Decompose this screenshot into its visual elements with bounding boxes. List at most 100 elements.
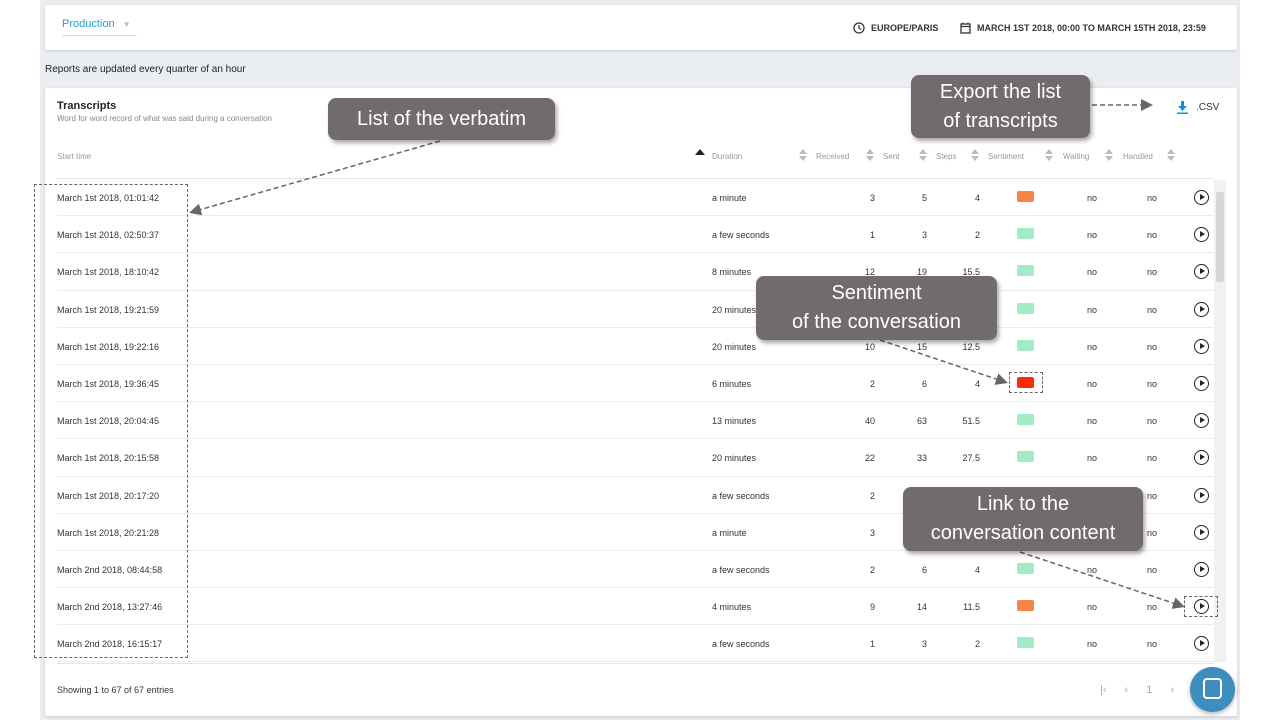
duration-cell: 20 minutes — [712, 453, 757, 464]
handled-cell: no — [1147, 416, 1158, 427]
table-row: March 1st 2018, 20:04:45 13 minutes 40 63 51… — [57, 402, 1214, 440]
column-handled[interactable]: Handled — [1123, 152, 1153, 161]
play-conversation-icon[interactable] — [1194, 487, 1209, 503]
duration-cell: 20 minutes — [712, 341, 757, 352]
duration-cell: a few seconds — [712, 639, 770, 650]
waiting-cell: no — [1087, 378, 1098, 389]
sentiment-indicator — [1017, 414, 1034, 426]
play-conversation-icon[interactable] — [1194, 190, 1209, 205]
column-start-time[interactable]: Start time — [57, 152, 91, 161]
sort-icon[interactable] — [919, 149, 927, 161]
previous-page-icon[interactable]: ‹ — [1125, 684, 1129, 696]
handled-cell: no — [1147, 453, 1158, 464]
steps-cell: 27.5 — [962, 453, 980, 464]
column-duration[interactable]: Duration — [712, 152, 742, 161]
scrollbar-thumb[interactable] — [1216, 192, 1224, 282]
card-title: Transcripts — [57, 100, 117, 112]
pagination: |‹ ‹ 1 › — [1100, 684, 1174, 696]
sentiment-indicator — [1017, 339, 1034, 351]
sentiment-highlight-box — [1009, 372, 1043, 393]
waiting-cell: no — [1087, 267, 1098, 278]
sort-icon[interactable] — [1045, 149, 1053, 161]
table-row: March 1st 2018, 19:22:16 20 minutes 10 15 12… — [57, 328, 1214, 365]
callout-text: Export the list — [939, 80, 1062, 103]
entries-info: Showing 1 to 67 of 67 entries — [57, 685, 174, 695]
transcripts-table-body: March 1st 2018, 01:01:42 a minute 3 5 4 no no M… — [57, 179, 1214, 663]
waiting-cell: no — [1087, 602, 1098, 613]
handled-cell: no — [1147, 341, 1158, 352]
sort-icon[interactable] — [1105, 149, 1113, 161]
column-waiting[interactable]: Waiting — [1063, 152, 1089, 161]
steps-cell: 4 — [974, 378, 980, 389]
sort-ascending-icon[interactable] — [695, 149, 705, 155]
duration-cell: 6 minutes — [712, 378, 752, 389]
table-row: March 2nd 2018, 13:27:46 4 minutes 9 14 11.5… — [57, 588, 1214, 626]
play-conversation-icon[interactable] — [1194, 413, 1209, 429]
play-conversation-icon[interactable] — [1194, 301, 1209, 317]
table-row: March 1st 2018, 01:01:42 a minute 3 5 4 no no — [57, 179, 1214, 217]
duration-cell: a few seconds — [712, 490, 770, 501]
sort-icon[interactable] — [1167, 149, 1175, 161]
timezone-label: EUROPE/PARIS — [871, 23, 939, 33]
table-scrollbar[interactable] — [1214, 180, 1226, 662]
transcripts-card: Transcripts Word for word record of what… — [45, 88, 1237, 716]
column-sent[interactable]: Sent — [883, 152, 899, 161]
sentiment-indicator — [1017, 562, 1034, 574]
card-subtitle: Word for word record of what was said du… — [57, 114, 273, 123]
column-received[interactable]: Received — [816, 152, 849, 161]
play-conversation-icon[interactable] — [1194, 450, 1209, 466]
play-conversation-icon[interactable] — [1194, 636, 1209, 652]
table-row: March 2nd 2018, 08:44:58 a few seconds 2 6 4… — [57, 551, 1214, 589]
received-cell: 22 — [864, 453, 875, 464]
calendar-icon — [960, 22, 971, 34]
column-steps[interactable]: Steps — [936, 152, 956, 161]
duration-cell: 20 minutes — [712, 304, 757, 315]
steps-cell: 51.5 — [962, 416, 980, 427]
column-sentiment[interactable]: Sentiment — [988, 152, 1024, 161]
export-csv-button[interactable]: .CSV — [1177, 101, 1219, 114]
callout-text: of the conversation — [792, 311, 961, 333]
sort-icon[interactable] — [799, 149, 807, 161]
handled-cell: no — [1147, 267, 1158, 278]
handled-cell: no — [1147, 527, 1158, 538]
sort-icon[interactable] — [971, 149, 979, 161]
date-range-selector[interactable]: MARCH 1ST 2018, 00:00 TO MARCH 15TH 2018… — [960, 22, 1206, 34]
sent-cell: 63 — [916, 416, 927, 427]
timezone-selector[interactable]: EUROPE/PARIS — [853, 22, 938, 34]
sentiment-indicator — [1017, 302, 1034, 314]
table-row: March 1st 2018, 19:21:59 20 minutes no no — [57, 291, 1214, 328]
received-cell: 9 — [869, 602, 875, 613]
first-page-icon[interactable]: |‹ — [1100, 684, 1107, 696]
top-bar: Production ▼ EUROPE/PARIS MARCH 1ST 2018,… — [45, 5, 1237, 50]
environment-label: Production — [62, 18, 115, 30]
handled-cell: no — [1147, 193, 1158, 203]
chat-widget-button[interactable] — [1190, 667, 1235, 712]
received-cell: 3 — [869, 527, 875, 538]
waiting-cell: no — [1087, 416, 1098, 427]
link-highlight-box — [1184, 596, 1218, 617]
play-conversation-icon[interactable] — [1194, 264, 1209, 280]
sent-cell: 3 — [921, 639, 927, 650]
received-cell: 1 — [869, 230, 875, 241]
handled-cell: no — [1147, 490, 1158, 501]
sent-cell: 5 — [921, 193, 927, 203]
play-conversation-icon[interactable] — [1194, 524, 1209, 540]
play-conversation-icon[interactable] — [1194, 561, 1209, 577]
sentiment-indicator — [1017, 191, 1034, 202]
page-number[interactable]: 1 — [1146, 684, 1152, 696]
next-page-icon[interactable]: › — [1170, 684, 1174, 696]
table-row: March 1st 2018, 18:10:42 8 minutes 12 19 15.… — [57, 253, 1214, 291]
sort-icon[interactable] — [866, 149, 874, 161]
waiting-cell: no — [1087, 230, 1098, 241]
waiting-cell: no — [1087, 193, 1098, 203]
environment-select[interactable]: Production ▼ — [62, 18, 137, 36]
play-conversation-icon[interactable] — [1194, 375, 1209, 391]
handled-cell: no — [1147, 378, 1158, 389]
play-conversation-icon[interactable] — [1194, 338, 1209, 354]
handled-cell: no — [1147, 564, 1158, 575]
steps-cell: 4 — [974, 564, 980, 575]
steps-cell: 11.5 — [963, 602, 980, 613]
download-icon — [1177, 101, 1188, 114]
play-conversation-icon[interactable] — [1194, 227, 1209, 243]
callout-text: conversation content — [930, 522, 1116, 544]
